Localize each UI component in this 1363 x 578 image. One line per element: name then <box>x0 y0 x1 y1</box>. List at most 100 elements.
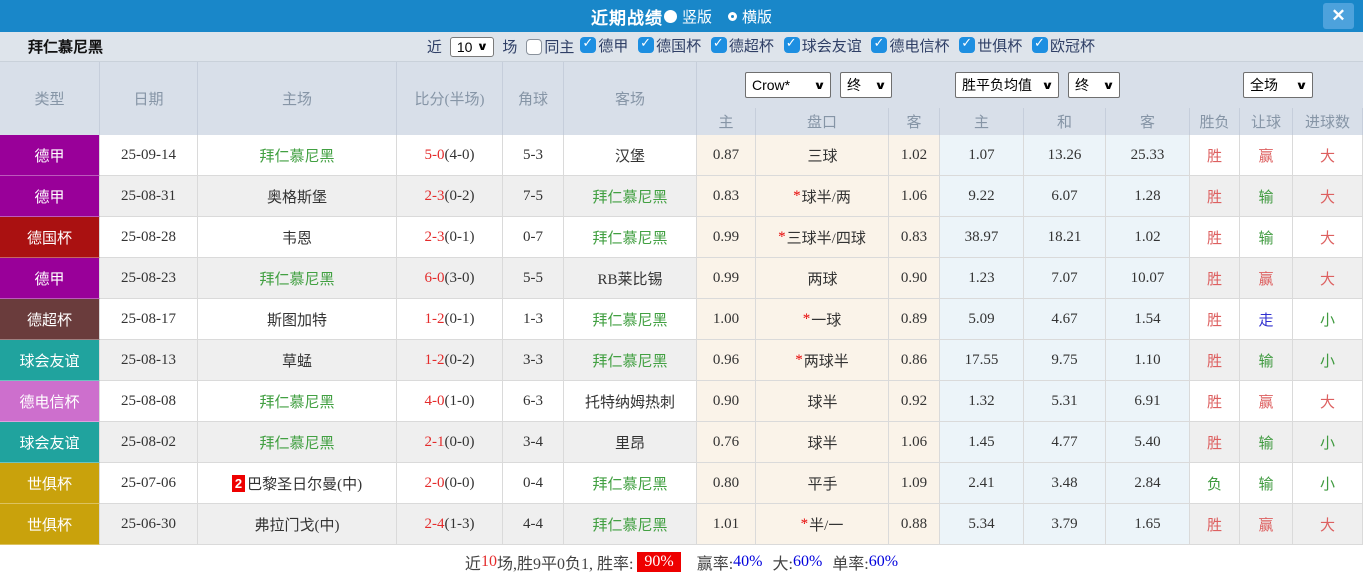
home-team-name: 拜仁慕尼黑 <box>259 391 334 412</box>
away-team-cell: 拜仁慕尼黑 <box>564 463 697 504</box>
avg-odds-away: 6.91 <box>1106 381 1190 422</box>
league-checkbox[interactable] <box>580 37 596 53</box>
win-rate-badge: 90% <box>637 552 680 572</box>
score-cell: 2-4(1-3) <box>397 504 503 545</box>
avg-odds-home: 5.34 <box>940 504 1024 545</box>
home-team-name: 拜仁慕尼黑 <box>259 432 334 453</box>
home-team-cell: 2 巴黎圣日尔曼(中) <box>198 463 397 504</box>
match-type-badge: 德甲 <box>0 135 100 176</box>
chevron-down-icon: ∨ <box>477 40 489 53</box>
winlose-result: 胜 <box>1190 176 1240 217</box>
league-checkbox[interactable] <box>711 37 727 53</box>
handicap-odds-home: 0.99 <box>697 258 756 299</box>
home-team-name: 斯图加特 <box>267 309 327 330</box>
handicap-odds-away: 1.02 <box>889 135 940 176</box>
winlose-result: 胜 <box>1190 340 1240 381</box>
period-select[interactable]: 全场∨ <box>1243 72 1313 98</box>
full-time-score: 4-0 <box>425 393 445 410</box>
corner-count: 3-3 <box>503 340 564 381</box>
handicap-star: * <box>803 311 811 328</box>
avg-odds-away: 1.02 <box>1106 217 1190 258</box>
league-filter-item: 球会友谊 <box>778 35 862 56</box>
handicap-odds-home: 1.00 <box>697 299 756 340</box>
avg-odds-away: 5.40 <box>1106 422 1190 463</box>
score-cell: 2-3(0-2) <box>397 176 503 217</box>
avg-odds-draw: 9.75 <box>1024 340 1106 381</box>
handicap-line-cell: 球半 <box>756 422 889 463</box>
close-icon[interactable]: ✕ <box>1323 3 1354 29</box>
avg-odds-away: 1.10 <box>1106 340 1190 381</box>
handicap-odds-away: 0.89 <box>889 299 940 340</box>
match-type-badge: 德电信杯 <box>0 381 100 422</box>
away-team-cell: 拜仁慕尼黑 <box>564 340 697 381</box>
avg-time-select[interactable]: 终∨ <box>1068 72 1120 98</box>
handicap-star: * <box>793 188 801 205</box>
full-time-score: 6-0 <box>425 270 445 287</box>
league-checkbox[interactable] <box>959 37 975 53</box>
handicap-odds-away: 0.88 <box>889 504 940 545</box>
handicap-line-cell: 球半 <box>756 381 889 422</box>
handicap-star: * <box>801 516 809 533</box>
corner-count: 5-3 <box>503 135 564 176</box>
corner-count: 0-7 <box>503 217 564 258</box>
corner-count: 1-3 <box>503 299 564 340</box>
avg-type-select[interactable]: 胜平负均值∨ <box>955 72 1059 98</box>
match-date: 25-07-06 <box>100 463 198 504</box>
horizontal-layout-label[interactable]: 横版 <box>742 6 772 27</box>
table-row: 世俱杯 25-07-06 2 巴黎圣日尔曼(中) 2-0(0-0) 0-4 拜仁… <box>0 463 1363 504</box>
bookmaker-select[interactable]: Crow*∨ <box>745 72 831 98</box>
match-date: 25-08-28 <box>100 217 198 258</box>
same-home-checkbox[interactable] <box>526 39 542 55</box>
league-label[interactable]: 欧冠杯 <box>1050 35 1095 56</box>
page-title: 近期战绩 <box>591 4 663 29</box>
league-label[interactable]: 德国杯 <box>656 35 701 56</box>
vertical-layout-radio[interactable] <box>664 10 677 23</box>
handicap-line-cell: *一球 <box>756 299 889 340</box>
win-label: 赢率: <box>697 550 733 574</box>
league-label[interactable]: 德电信杯 <box>889 35 949 56</box>
handicap-result: 赢 <box>1240 135 1293 176</box>
bookmaker-time-select[interactable]: 终∨ <box>840 72 892 98</box>
score-cell: 1-2(0-1) <box>397 299 503 340</box>
handicap-odds-home: 0.90 <box>697 381 756 422</box>
same-home-label[interactable]: 同主 <box>544 36 574 57</box>
half-time-score: (0-1) <box>445 229 475 246</box>
handicap-odds-away: 1.09 <box>889 463 940 504</box>
handicap-result: 输 <box>1240 463 1293 504</box>
header-labels: 主 盘口 客 主 和 客 胜负 让球 进球数 <box>697 108 1363 135</box>
vertical-layout-label[interactable]: 竖版 <box>682 6 712 27</box>
recent-count-select[interactable]: 10 ∨ <box>450 37 495 57</box>
home-team-cell: 拜仁慕尼黑 <box>198 422 397 463</box>
horizontal-layout-radio[interactable] <box>728 12 737 21</box>
avg-odds-home: 1.23 <box>940 258 1024 299</box>
footer-recent-count: 10 <box>481 553 497 571</box>
league-checkbox[interactable] <box>638 37 654 53</box>
home-team-cell: 拜仁慕尼黑 <box>198 258 397 299</box>
home-team-cell: 拜仁慕尼黑 <box>198 135 397 176</box>
winlose-result: 胜 <box>1190 217 1240 258</box>
avg-odds-home: 2.41 <box>940 463 1024 504</box>
bookmaker-time-value: 终 <box>847 75 861 95</box>
handicap-result: 赢 <box>1240 381 1293 422</box>
match-date: 25-08-23 <box>100 258 198 299</box>
goals-result: 小 <box>1293 299 1363 340</box>
handicap-result: 输 <box>1240 340 1293 381</box>
league-checkbox[interactable] <box>784 37 800 53</box>
match-date: 25-08-31 <box>100 176 198 217</box>
half-time-score: (0-0) <box>445 475 475 492</box>
away-team-name: 拜仁慕尼黑 <box>592 309 667 330</box>
away-team-cell: 里昂 <box>564 422 697 463</box>
league-checkbox[interactable] <box>1032 37 1048 53</box>
handicap-odds-away: 1.06 <box>889 422 940 463</box>
handicap-line-cell: *三球半/四球 <box>756 217 889 258</box>
league-label[interactable]: 世俱杯 <box>977 35 1022 56</box>
full-time-score: 2-1 <box>425 434 445 451</box>
match-date: 25-08-17 <box>100 299 198 340</box>
league-label[interactable]: 德超杯 <box>729 35 774 56</box>
league-checkbox[interactable] <box>871 37 887 53</box>
table-row: 世俱杯 25-06-30 弗拉门戈(中) 2-4(1-3) 4-4 拜仁慕尼黑 … <box>0 504 1363 545</box>
league-label[interactable]: 球会友谊 <box>802 35 862 56</box>
league-label[interactable]: 德甲 <box>598 35 628 56</box>
handicap-star: * <box>778 229 786 246</box>
away-team-name: 拜仁慕尼黑 <box>592 473 667 494</box>
